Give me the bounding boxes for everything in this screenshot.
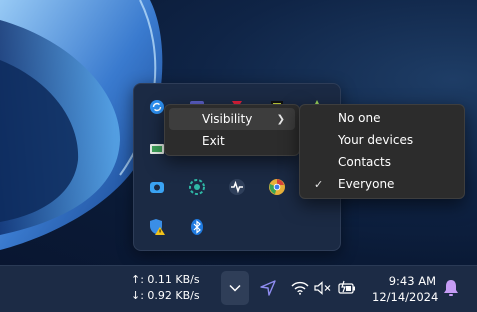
camera-icon[interactable] <box>148 178 166 196</box>
menu-item-visibility-label: Visibility <box>202 112 253 126</box>
show-hidden-icons-button[interactable] <box>221 271 249 305</box>
menu-item-visibility[interactable]: Visibility ❯ <box>169 108 295 130</box>
battery-charging-icon[interactable] <box>336 278 358 298</box>
submenu-item-your-devices[interactable]: Your devices <box>304 129 460 151</box>
taskbar: ↑: 0.11 KB/s ↓: 0.92 KB/s 9:43 AM 12/14/… <box>0 265 477 312</box>
bluetooth-icon[interactable] <box>188 218 206 236</box>
wifi-icon[interactable] <box>290 279 310 297</box>
download-speed: ↓: 0.92 KB/s <box>131 289 200 302</box>
security-warning-icon[interactable] <box>148 218 166 236</box>
tray-context-menu: Visibility ❯ Exit <box>164 104 300 156</box>
submenu-item-contacts[interactable]: Contacts <box>304 151 460 173</box>
chevron-right-icon: ❯ <box>276 113 285 125</box>
visibility-submenu: No one Your devices Contacts ✓ Everyone <box>299 104 465 199</box>
checkmark-icon: ✓ <box>314 177 324 191</box>
submenu-item-label: No one <box>338 111 381 125</box>
upload-speed: ↑: 0.11 KB/s <box>131 273 200 286</box>
submenu-item-no-one[interactable]: No one <box>304 107 460 129</box>
waveform-icon[interactable] <box>228 178 246 196</box>
location-icon[interactable] <box>258 278 278 298</box>
chevron-down-icon <box>229 284 241 292</box>
clock-time: 9:43 AM <box>388 274 436 288</box>
submenu-item-label: Contacts <box>338 155 391 169</box>
menu-item-exit[interactable]: Exit <box>169 130 295 152</box>
volume-muted-icon[interactable] <box>313 279 333 297</box>
chrome-icon[interactable] <box>268 178 286 196</box>
menu-item-exit-label: Exit <box>202 134 225 148</box>
clock[interactable]: 9:43 AM 12/14/2024 <box>372 273 439 305</box>
submenu-item-label: Everyone <box>338 177 395 191</box>
notification-bell-icon[interactable] <box>441 278 461 298</box>
network-speed-widget[interactable]: ↑: 0.11 KB/s ↓: 0.92 KB/s <box>131 272 200 304</box>
circle-app-icon[interactable] <box>188 178 206 196</box>
submenu-item-label: Your devices <box>338 133 414 147</box>
clock-date: 12/14/2024 <box>372 290 439 304</box>
submenu-item-everyone[interactable]: ✓ Everyone <box>304 173 460 195</box>
